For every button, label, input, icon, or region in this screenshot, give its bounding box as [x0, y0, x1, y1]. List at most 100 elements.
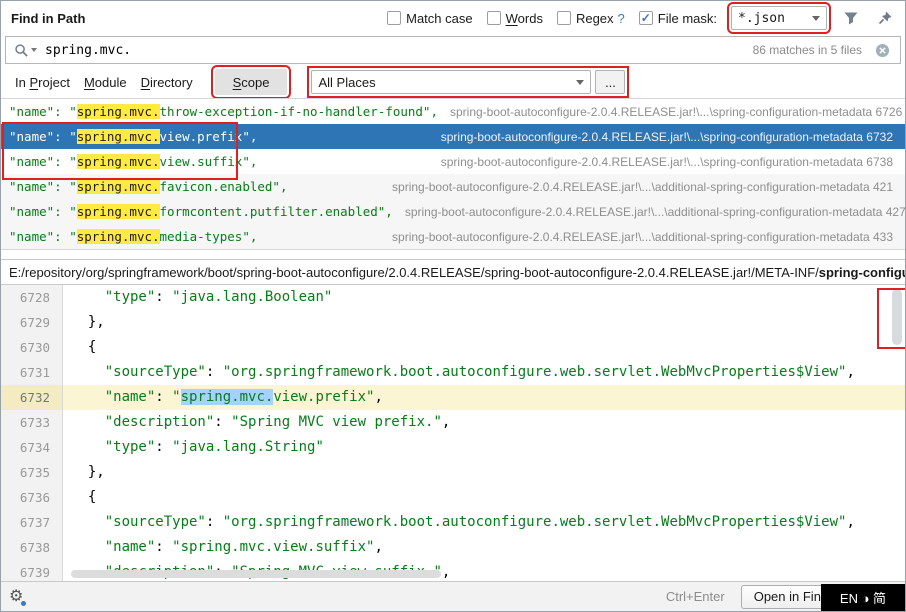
scope-tab-in-project[interactable]: In Project: [15, 75, 70, 90]
line-number[interactable]: 6728: [1, 285, 63, 310]
search-options: Match case Words Regex ? File mask: *.js…: [387, 6, 895, 30]
chevron-down-icon: [576, 80, 584, 85]
result-row[interactable]: "name": "spring.mvc.throw-exception-if-n…: [1, 99, 905, 124]
regex-checkbox[interactable]: [557, 11, 571, 25]
result-code: "name": ": [9, 179, 77, 194]
search-match-highlight: spring.mvc.: [77, 129, 160, 144]
filter-icon[interactable]: [841, 8, 861, 28]
code-line: "type": "java.lang.String": [63, 435, 905, 460]
line-number[interactable]: 6735: [1, 460, 63, 485]
result-code: media-types",: [160, 229, 258, 244]
line-number[interactable]: 6739: [1, 560, 63, 581]
scope-tab-directory[interactable]: Directory: [141, 75, 193, 90]
match-case-option[interactable]: Match case: [387, 11, 472, 26]
code-line: {: [63, 335, 905, 360]
editor-line: 6736 {: [1, 485, 905, 510]
result-row[interactable]: "name": "spring.mvc.view.prefix",spring-…: [1, 124, 905, 149]
scope-more-button[interactable]: ...: [595, 70, 625, 94]
status-bar: ⚙ Ctrl+Enter Open in Find Window: [1, 581, 905, 611]
result-row[interactable]: "name": "spring.mvc.view.suffix", spring-…: [1, 149, 905, 174]
editor-line: 6732 "name": "spring.mvc.view.prefix",: [1, 385, 905, 410]
result-code: "name": ": [9, 204, 77, 219]
editor-line: 6737 "sourceType": "org.springframework.…: [1, 510, 905, 535]
result-row[interactable]: "name": "spring.mvc.favicon.enabled",spr…: [1, 174, 905, 199]
settings-gear-icon[interactable]: ⚙: [9, 589, 23, 605]
editor-line: 6738 "name": "spring.mvc.view.suffix",: [1, 535, 905, 560]
editor-line: 6729 },: [1, 310, 905, 335]
result-code: "name": ": [9, 129, 77, 144]
search-match-highlight: spring.mvc.: [77, 154, 160, 169]
words-checkbox[interactable]: [487, 11, 501, 25]
line-number[interactable]: 6732: [1, 385, 63, 410]
file-mask-option[interactable]: File mask:: [639, 11, 717, 26]
scope-tab-module[interactable]: Module: [84, 75, 127, 90]
code-line: "sourceType": "org.springframework.boot.…: [63, 510, 905, 535]
search-results-list[interactable]: "name": "spring.mvc.throw-exception-if-n…: [1, 98, 905, 250]
clear-search-icon[interactable]: [872, 40, 892, 60]
find-in-path-dialog: Find in Path Match case Words Regex ? Fi…: [0, 0, 906, 612]
words-label: Words: [506, 11, 543, 26]
ime-indicator: EN ◑ 简: [821, 584, 905, 611]
line-number[interactable]: 6734: [1, 435, 63, 460]
result-file-path: spring-boot-autoconfigure-2.0.4.RELEASE.…: [429, 130, 893, 144]
search-input[interactable]: [45, 43, 741, 58]
regex-label: Regex: [576, 11, 614, 26]
scope-tab-scope[interactable]: Scope: [215, 69, 288, 95]
code-line: "type": "java.lang.Boolean": [63, 285, 905, 310]
file-mask-combobox[interactable]: *.json: [731, 6, 827, 30]
match-case-checkbox[interactable]: [387, 11, 401, 25]
result-code: "name": ": [9, 229, 77, 244]
search-field[interactable]: 86 matches in 5 files: [5, 36, 901, 64]
file-path-name: spring-configuration-metadata.json: [819, 265, 905, 280]
code-line: },: [63, 310, 905, 335]
result-file-path: spring-boot-autoconfigure-2.0.4.RELEASE.…: [429, 155, 893, 169]
vertical-scrollbar[interactable]: [892, 289, 902, 345]
result-row[interactable]: "name": "spring.mvc.formcontent.putfilte…: [1, 199, 905, 224]
scope-value-group: All Places ...: [311, 70, 625, 94]
search-history-chevron-icon[interactable]: [31, 48, 37, 52]
result-code: "name": ": [9, 154, 77, 169]
editor-line: 6728 "type": "java.lang.Boolean": [1, 285, 905, 310]
words-option[interactable]: Words: [487, 11, 543, 26]
line-number[interactable]: 6729: [1, 310, 63, 335]
search-match-highlight: spring.mvc.: [77, 179, 160, 194]
search-match-highlight: spring.mvc.: [77, 204, 160, 219]
shortcut-hint: Ctrl+Enter: [666, 589, 725, 604]
line-number[interactable]: 6731: [1, 360, 63, 385]
regex-help-link[interactable]: ?: [618, 11, 625, 26]
editor-line: 6735 },: [1, 460, 905, 485]
horizontal-scrollbar[interactable]: [71, 570, 441, 578]
line-number[interactable]: 6737: [1, 510, 63, 535]
line-number[interactable]: 6738: [1, 535, 63, 560]
search-icon[interactable]: [14, 43, 37, 58]
preview-file-path: E:/repository/org/springframework/boot/s…: [1, 259, 905, 285]
result-file-path: spring-boot-autoconfigure-2.0.4.RELEASE.…: [393, 205, 905, 219]
code-line: },: [63, 460, 905, 485]
file-mask-value: *.json: [738, 11, 785, 26]
editor-line: 6730 {: [1, 335, 905, 360]
scope-value: All Places: [318, 75, 375, 90]
file-mask-checkbox[interactable]: [639, 11, 653, 25]
line-number[interactable]: 6730: [1, 335, 63, 360]
dialog-title-bar: Find in Path Match case Words Regex ? Fi…: [1, 1, 905, 35]
dialog-title: Find in Path: [11, 11, 85, 26]
result-file-path: spring-boot-autoconfigure-2.0.4.RELEASE.…: [438, 105, 902, 119]
preview-editor[interactable]: 6728 "type": "java.lang.Boolean"6729 },6…: [1, 285, 905, 581]
result-row[interactable]: "name": "spring.mvc.media-types",spring-…: [1, 224, 905, 249]
search-match-highlight: spring.mvc.: [77, 104, 160, 119]
code-line: "name": "spring.mvc.view.prefix",: [63, 385, 905, 410]
scope-combobox[interactable]: All Places: [311, 70, 591, 94]
chevron-down-icon: [812, 16, 820, 21]
line-number[interactable]: 6736: [1, 485, 63, 510]
pin-icon[interactable]: [875, 8, 895, 28]
scope-selector-bar: In Project Module Directory Scope All Pl…: [1, 67, 905, 97]
code-line: "description": "Spring MVC view prefix."…: [63, 410, 905, 435]
result-code: view.suffix",: [160, 154, 258, 169]
match-count: 86 matches in 5 files: [753, 43, 862, 57]
search-match-highlight: spring.mvc.: [77, 229, 160, 244]
code-line: "name": "spring.mvc.view.suffix",: [63, 535, 905, 560]
editor-line: 6734 "type": "java.lang.String": [1, 435, 905, 460]
line-number[interactable]: 6733: [1, 410, 63, 435]
result-code: favicon.enabled",: [160, 179, 288, 194]
regex-option[interactable]: Regex ?: [557, 11, 625, 26]
